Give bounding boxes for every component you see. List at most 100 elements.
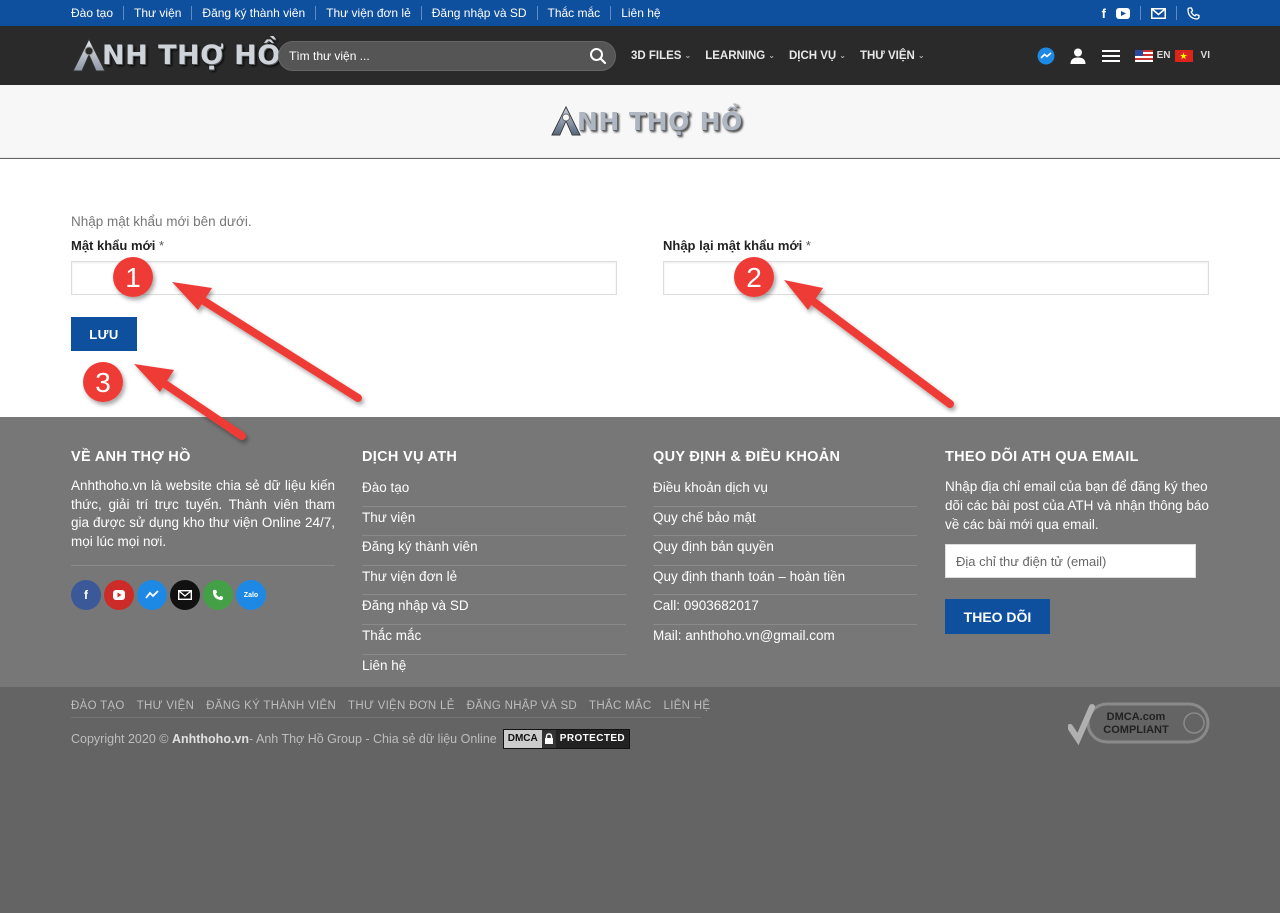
top-link-thu-vien-don-le[interactable]: Thư viện đơn lẻ [315,6,421,20]
vn-flag-icon[interactable]: ★ [1174,49,1193,62]
lock-icon [541,730,556,748]
zalo-icon[interactable]: Zalo [236,580,266,610]
footer-about-title: VỀ ANH THỢ HỒ [71,449,191,465]
footer-link[interactable]: Liên hệ [362,655,626,685]
messenger-icon[interactable] [1037,47,1055,65]
search-box [278,41,616,71]
lang-vi[interactable]: VI [1201,50,1210,61]
top-link-lien-he[interactable]: Liên hệ [610,6,670,20]
logo-text: NH THỢ HỒ [102,39,281,71]
top-link-dang-ky[interactable]: Đăng ký thành viên [191,6,315,20]
site-logo[interactable]: NH THỢ HỒ [72,34,281,76]
compliant-bottom-text: COMPLIANT [1103,724,1169,736]
chevron-down-icon: ⌄ [684,51,692,60]
footer-link[interactable]: Đăng ký thành viên [362,536,626,566]
footer-link[interactable]: Đăng nhập và SD [362,595,626,625]
confirm-password-input[interactable] [663,261,1209,295]
bottom-link[interactable]: ĐÀO TẠO [71,700,125,712]
top-link-thac-mac[interactable]: Thắc mắc [536,6,611,20]
dmca-protected-badge[interactable]: DMCA PROTECTED [502,729,631,749]
footer-terms-list: Điều khoản dịch vụ Quy chế bảo mật Quy đ… [653,477,917,655]
top-icons: f [1102,0,1200,26]
banner-logo: NH THỢ HỒ [551,105,743,137]
bottom-links: ĐÀO TẠO THƯ VIỆN ĐĂNG KÝ THÀNH VIÊN THƯ … [71,700,710,712]
us-flag-icon[interactable] [1134,49,1153,62]
lang-en[interactable]: EN [1157,50,1171,61]
dmca-compliant-badge[interactable]: DMCA.com COMPLIANT [1068,701,1210,745]
youtube-icon[interactable] [104,580,134,610]
nav-label: 3D FILES [631,49,682,62]
nav-dich-vu[interactable]: DỊCH VỤ ⌄ [789,50,846,62]
phone-icon[interactable] [203,580,233,610]
chevron-down-icon: ⌄ [917,51,925,60]
compliant-top-text: DMCA.com [1107,711,1166,723]
copyright-suffix: - Anh Thợ Hồ Group - Chia sẻ dữ liệu Onl… [249,732,497,746]
search-input[interactable] [279,42,569,70]
top-link-dao-tao[interactable]: Đào tạo [71,6,123,20]
footer-subscribe: THEO DÕI ATH QUA EMAIL Nhập địa chỉ emai… [945,449,1209,634]
user-icon[interactable] [1069,47,1087,65]
copyright: Copyright 2020 © Anhthoho.vn - Anh Thợ H… [71,729,631,749]
label-text: Nhập lại mật khẩu mới [663,238,803,253]
form-intro: Nhập mật khẩu mới bên dưới. [71,214,252,229]
facebook-icon[interactable]: f [71,580,101,610]
nav-learning[interactable]: LEARNING ⌄ [705,50,775,62]
bottom-link[interactable]: THẮC MẮC [589,700,651,712]
copyright-site[interactable]: Anhthoho.vn [172,732,249,746]
top-link-thu-vien[interactable]: Thư viện [123,6,191,20]
dmca-left-text: DMCA [503,730,542,748]
required-mark: * [159,238,165,253]
email-icon[interactable] [170,580,200,610]
phone-icon[interactable] [1187,6,1200,20]
required-mark: * [805,238,811,253]
nav-3d-files[interactable]: 3D FILES ⌄ [631,50,691,62]
bottom-link[interactable]: THƯ VIỆN ĐƠN LẺ [348,700,455,712]
bottom-link[interactable]: THƯ VIỆN [137,700,195,712]
email-icon[interactable] [1151,7,1166,19]
new-password-input[interactable] [71,261,617,295]
divider [1140,6,1141,20]
confirm-password-label: Nhập lại mật khẩu mới * [663,238,811,253]
footer-link[interactable]: Điều khoản dịch vụ [653,477,917,507]
footer-link[interactable]: Call: 0903682017 [653,595,917,625]
footer-terms-title: QUY ĐỊNH & ĐIỀU KHOẢN [653,449,841,465]
social-icons: f Zalo [71,580,335,610]
nav-label: THƯ VIỆN [859,49,915,62]
subscribe-button[interactable]: THEO DÕI [945,599,1050,634]
footer-link[interactable]: Thư viện [362,507,626,537]
footer-terms: QUY ĐỊNH & ĐIỀU KHOẢN Điều khoản dịch vụ… [653,449,917,655]
bottom-link[interactable]: ĐĂNG NHẬP VÀ SD [467,700,577,712]
youtube-icon[interactable] [1116,7,1130,19]
reset-password-form: Nhập mật khẩu mới bên dưới. Mật khẩu mới… [0,159,1280,417]
main-header: NH THỢ HỒ 3D FILES⌄ LEARNING⌄ DỊCH VỤ⌄ T… [0,26,1280,85]
footer-about: VỀ ANH THỢ HỒ Anhthoho.vn là website chi… [71,449,335,610]
footer-services: DỊCH VỤ ATH Đào tạo Thư viện Đăng ký thà… [362,449,626,684]
page-banner: NH THỢ HỒ [0,85,1280,158]
nav-label: LEARNING [705,49,766,62]
footer-link[interactable]: Quy định bản quyền [653,536,917,566]
search-icon[interactable] [589,47,607,65]
footer-link[interactable]: Đào tạo [362,477,626,507]
save-button[interactable]: LƯU [71,317,137,351]
nav-thu-vien[interactable]: THƯ VIỆN ⌄ [860,50,925,62]
menu-icon[interactable] [1101,48,1121,64]
footer-link[interactable]: Quy chế bảo mật [653,507,917,537]
bottom-link[interactable]: LIÊN HỆ [664,700,711,712]
label-text: Mật khẩu mới [71,238,156,253]
dmca-right-text: PROTECTED [555,730,630,748]
footer: VỀ ANH THỢ HỒ Anhthoho.vn là website chi… [0,417,1280,687]
subscribe-email-input[interactable] [945,544,1196,578]
main-nav: 3D FILES ⌄ LEARNING ⌄ DỊCH VỤ ⌄ THƯ VIỆN ⌄ [631,26,925,85]
footer-link[interactable]: Thắc mắc [362,625,626,655]
facebook-icon[interactable]: f [1102,7,1106,20]
divider [1176,6,1177,20]
bottom-link[interactable]: ĐĂNG KÝ THÀNH VIÊN [206,700,336,712]
footer-link[interactable]: Mail: anhthoho.vn@gmail.com [653,625,917,655]
top-link-dang-nhap[interactable]: Đăng nhập và SD [420,6,537,20]
footer-link[interactable]: Quy định thanh toán – hoàn tiền [653,566,917,596]
footer-link[interactable]: Thư viện đơn lẻ [362,566,626,596]
top-bar: Đào tạo Thư viện Đăng ký thành viên Thư … [0,0,1280,26]
messenger-icon[interactable] [137,580,167,610]
divider [71,565,335,566]
header-actions: EN ★ VI [1037,26,1210,85]
